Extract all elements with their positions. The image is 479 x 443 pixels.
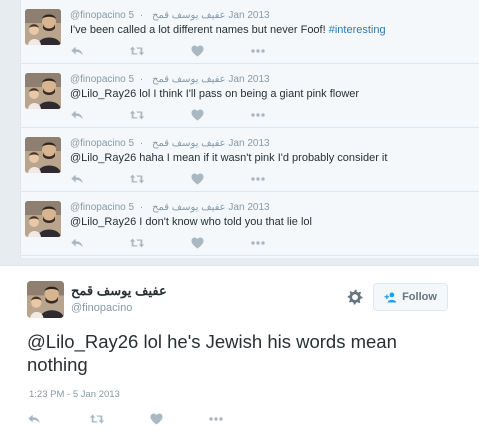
tweet-meta: @finopacino عفيف يوسف قمح · 5 Jan 2013	[70, 10, 270, 21]
reply-icon[interactable]	[70, 44, 84, 58]
tweet-text: @Lilo_Ray26 I don't know who told you th…	[70, 216, 312, 228]
thread-tweet[interactable]: @finopacino عفيف يوسف قمح · 5 Jan 2013 @…	[21, 128, 479, 192]
heart-icon[interactable]	[191, 172, 204, 186]
retweet-icon[interactable]	[129, 172, 145, 186]
retweet-icon[interactable]	[129, 108, 145, 122]
tweet-actions	[70, 172, 270, 186]
gear-icon[interactable]	[347, 289, 363, 305]
retweet-icon[interactable]	[89, 412, 105, 426]
user-display-name[interactable]: عفيف يوسف قمح	[152, 138, 226, 149]
avatar[interactable]	[27, 281, 64, 318]
user-handle[interactable]: @finopacino	[70, 74, 126, 85]
heart-icon[interactable]	[191, 108, 204, 122]
add-user-icon	[384, 292, 397, 303]
user-handle[interactable]: @finopacino	[70, 202, 126, 213]
avatar[interactable]	[25, 137, 61, 173]
conversation-thread: @finopacino عفيف يوسف قمح · 5 Jan 2013 I…	[20, 0, 479, 258]
meta-separator: ·	[139, 138, 144, 149]
tweet-body: @Lilo_Ray26 lol I think I'll pass on bei…	[70, 88, 360, 100]
more-dots-icon[interactable]	[250, 172, 266, 186]
follow-button[interactable]: Follow	[373, 283, 448, 311]
tweet-meta: @finopacino عفيف يوسف قمح · 5 Jan 2013	[70, 138, 270, 149]
tweet-body: @Lilo_Ray26 haha I mean if it wasn't pin…	[70, 152, 388, 164]
tweet-meta: @finopacino عفيف يوسف قمح · 5 Jan 2013	[70, 202, 270, 213]
avatar[interactable]	[25, 9, 61, 45]
tweet-text: @Lilo_Ray26 lol I think I'll pass on bei…	[70, 88, 359, 100]
user-display-name[interactable]: عفيف يوسف قمح	[152, 202, 226, 213]
tweet-body: I've been called a lot different names b…	[70, 24, 329, 36]
follow-label: Follow	[402, 291, 437, 303]
reply-icon[interactable]	[70, 172, 84, 186]
thread-tweet[interactable]: @finopacino عفيف يوسف قمح · 5 Jan 2013 @…	[21, 192, 479, 256]
tweet-meta: @finopacino عفيف يوسف قمح · 5 Jan 2013	[70, 74, 270, 85]
avatar[interactable]	[25, 73, 61, 109]
meta-separator: ·	[139, 74, 144, 85]
more-dots-icon[interactable]	[250, 236, 266, 250]
tweet-timestamp[interactable]: 1:23 PM - 5 Jan 2013	[29, 389, 120, 400]
heart-icon[interactable]	[191, 236, 204, 250]
tweet-text: @Lilo_Ray26 haha I mean if it wasn't pin…	[70, 152, 387, 164]
more-dots-icon[interactable]	[250, 44, 266, 58]
thread-tweet[interactable]: @finopacino عفيف يوسف قمح · 5 Jan 2013 I…	[21, 0, 479, 64]
reply-icon[interactable]	[70, 236, 84, 250]
tweet-actions	[27, 412, 247, 426]
avatar[interactable]	[25, 201, 61, 237]
hashtag-link[interactable]: #interesting	[329, 24, 386, 36]
heart-icon[interactable]	[150, 412, 163, 426]
tweet-text: I've been called a lot different names b…	[70, 24, 386, 36]
heart-icon[interactable]	[191, 44, 204, 58]
retweet-icon[interactable]	[129, 236, 145, 250]
meta-separator: ·	[139, 10, 144, 21]
user-display-name[interactable]: عفيف يوسف قمح	[152, 10, 226, 21]
user-handle[interactable]: @finopacino	[70, 10, 126, 21]
retweet-icon[interactable]	[129, 44, 145, 58]
reply-icon[interactable]	[70, 108, 84, 122]
permalink-tweet: عفيف يوسف قمح @finopacino Follow @Lilo_R…	[0, 265, 479, 443]
more-dots-icon[interactable]	[250, 108, 266, 122]
reply-icon[interactable]	[27, 412, 41, 426]
user-handle[interactable]: @finopacino	[70, 138, 126, 149]
meta-separator: ·	[139, 202, 144, 213]
more-dots-icon[interactable]	[208, 412, 224, 426]
user-handle[interactable]: @finopacino	[71, 302, 132, 314]
thread-tweet[interactable]: @finopacino عفيف يوسف قمح · 5 Jan 2013 @…	[21, 64, 479, 128]
tweet-text: @Lilo_Ray26 lol he's Jewish his words me…	[27, 331, 397, 375]
tweet-actions	[70, 236, 270, 250]
tweet-actions	[70, 44, 270, 58]
tweet-body: @Lilo_Ray26 I don't know who told you th…	[70, 216, 312, 228]
user-display-name[interactable]: عفيف يوسف قمح	[71, 283, 167, 299]
user-display-name[interactable]: عفيف يوسف قمح	[152, 74, 226, 85]
tweet-actions	[70, 108, 270, 122]
